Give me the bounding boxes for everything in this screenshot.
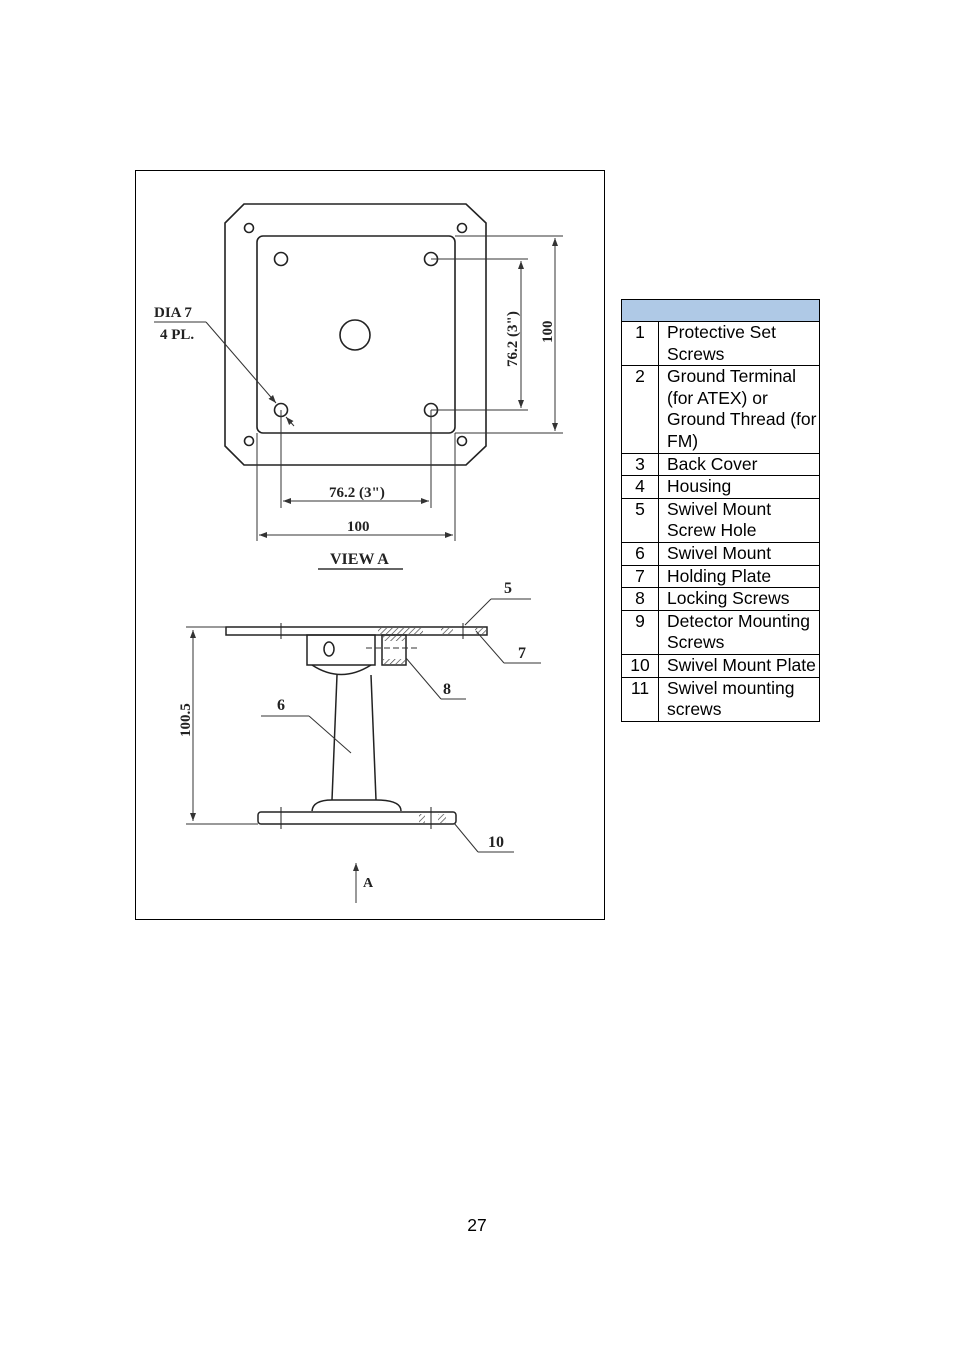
part-number: 8 bbox=[621, 587, 659, 611]
table-row: 7 Holding Plate bbox=[621, 564, 820, 589]
page-number: 27 bbox=[467, 1215, 487, 1235]
hole-callout-line2: 4 PL. bbox=[160, 327, 194, 343]
mounting-drawing: DIA 7 4 PL. 76.2 (3") 100 76.2 (3") 100 … bbox=[135, 170, 605, 920]
table-row: 5 Swivel Mount Screw Hole bbox=[621, 497, 820, 543]
part-description: Swivel Mount Screw Hole bbox=[658, 497, 820, 543]
callout-5: 5 bbox=[504, 580, 512, 597]
part-description: Swivel mounting screws bbox=[658, 676, 820, 722]
outer-plate bbox=[224, 203, 487, 466]
view-label: VIEW A bbox=[330, 551, 389, 568]
parts-table-body: 1 Protective Set Screws 2 Ground Terminal (… bbox=[621, 320, 820, 722]
table-row: 8 Locking Screws bbox=[621, 587, 820, 611]
callout-6: 6 bbox=[277, 697, 285, 714]
part-number: 4 bbox=[621, 475, 659, 499]
view-arrow-label: A bbox=[363, 876, 374, 891]
part-description: Back Cover bbox=[658, 452, 820, 477]
table-row: 2 Ground Terminal (for ATEX) or Ground Th… bbox=[621, 365, 820, 454]
part-number: 5 bbox=[621, 497, 659, 543]
dim-vertical-inner: 76.2 (3") bbox=[505, 311, 521, 367]
base-plate bbox=[257, 811, 457, 825]
hole-callout-line1: DIA 7 bbox=[154, 305, 192, 321]
parts-table-header bbox=[621, 299, 820, 322]
part-number: 2 bbox=[621, 365, 659, 454]
part-description: Swivel Mount bbox=[658, 541, 820, 566]
technical-drawing: DIA 7 4 PL. 76.2 (3") 100 76.2 (3") 100 … bbox=[154, 203, 563, 903]
table-row: 9 Detector Mounting Screws bbox=[621, 609, 820, 655]
part-number: 6 bbox=[621, 541, 659, 566]
dim-horizontal-inner: 76.2 (3") bbox=[329, 485, 385, 501]
part-number: 9 bbox=[621, 609, 659, 655]
table-row: 3 Back Cover bbox=[621, 452, 820, 477]
part-description: Protective Set Screws bbox=[658, 320, 820, 367]
part-number: 10 bbox=[621, 653, 659, 678]
inner-plate bbox=[256, 235, 456, 434]
parts-table: 1 Protective Set Screws 2 Ground Terminal (… bbox=[621, 299, 820, 722]
dim-vertical-outer: 100 bbox=[540, 321, 556, 344]
table-row: 4 Housing bbox=[621, 475, 820, 499]
part-number: 3 bbox=[621, 452, 659, 477]
parts-table-header-row bbox=[621, 299, 820, 322]
dim-horizontal-outer: 100 bbox=[347, 519, 370, 535]
part-description: Ground Terminal (for ATEX) or Ground Thr… bbox=[658, 365, 820, 454]
dim-height: 100.5 bbox=[178, 703, 194, 737]
part-description: Holding Plate bbox=[658, 564, 820, 589]
part-number: 7 bbox=[621, 564, 659, 589]
part-description: Housing bbox=[658, 475, 820, 499]
callout-8: 8 bbox=[443, 681, 451, 698]
table-row: 11 Swivel mounting screws bbox=[621, 676, 820, 722]
part-number: 1 bbox=[621, 320, 659, 367]
callout-7: 7 bbox=[518, 645, 526, 662]
part-description: Detector Mounting Screws bbox=[658, 609, 820, 655]
table-row: 6 Swivel Mount bbox=[621, 541, 820, 566]
callout-10: 10 bbox=[488, 834, 504, 851]
part-description: Locking Screws bbox=[658, 587, 820, 611]
swivel-head bbox=[306, 634, 376, 666]
table-row: 1 Protective Set Screws bbox=[621, 320, 820, 367]
table-row: 10 Swivel Mount Plate bbox=[621, 653, 820, 678]
part-description: Swivel Mount Plate bbox=[658, 653, 820, 678]
part-number: 11 bbox=[621, 676, 659, 722]
